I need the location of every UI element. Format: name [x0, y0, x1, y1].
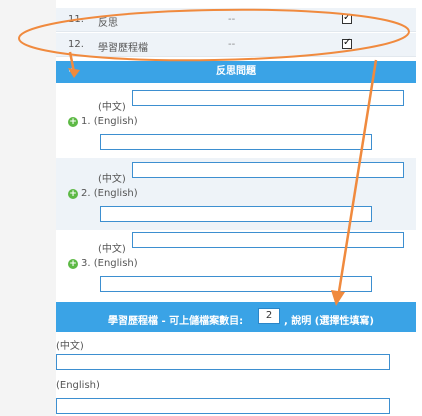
- portfolio-en-label: (English): [56, 380, 100, 391]
- question-2-zh-input[interactable]: [132, 162, 404, 178]
- question-2-en-input[interactable]: [100, 206, 372, 222]
- zh-label: (中文): [98, 174, 126, 185]
- question-block-3: (中文) + 3. (English): [56, 228, 416, 300]
- question-3-zh-input[interactable]: [132, 232, 404, 248]
- question-1-en-input[interactable]: [100, 134, 372, 150]
- question-block-1: (中文) + 1. (English): [56, 86, 416, 158]
- zh-label: (中文): [98, 244, 126, 255]
- portfolio-header-suffix: , 說明 (選擇性填寫): [284, 316, 374, 327]
- question-1-label: 1. (English): [81, 116, 138, 127]
- zh-label: (中文): [98, 102, 126, 113]
- portfolio-checkbox[interactable]: ✓: [342, 37, 352, 49]
- add-icon[interactable]: +: [68, 189, 78, 199]
- row-name: 學習歷程檔: [98, 43, 148, 54]
- question-2-label: 2. (English): [81, 188, 138, 199]
- checklist-row-reflection: 11. 反思 -- ✓: [56, 8, 416, 32]
- row-number: 11.: [68, 14, 84, 25]
- question-3-label: 3. (English): [81, 258, 138, 269]
- left-gutter: [0, 0, 56, 416]
- row-dash: --: [228, 39, 236, 50]
- reflection-header-title: 反思問題: [216, 66, 256, 77]
- checkmark-icon: ✓: [343, 12, 352, 23]
- question-block-2: (中文) + 2. (English): [56, 158, 416, 230]
- form-content: 11. 反思 -- ✓ 12. 學習歷程檔 -- ✓ + 反思問題 (中文) +…: [56, 0, 416, 416]
- checklist-row-portfolio: 12. 學習歷程檔 -- ✓: [56, 33, 416, 57]
- question-3-en-input[interactable]: [100, 276, 372, 292]
- question-1-zh-input[interactable]: [132, 90, 404, 106]
- row-number: 12.: [68, 39, 84, 50]
- expand-icon[interactable]: +: [68, 61, 76, 83]
- add-icon[interactable]: +: [68, 117, 78, 127]
- checkmark-icon: ✓: [343, 37, 352, 48]
- reflection-header: + 反思問題: [56, 61, 416, 83]
- row-dash: --: [228, 14, 236, 25]
- add-icon[interactable]: +: [68, 259, 78, 269]
- portfolio-zh-input[interactable]: [56, 354, 390, 370]
- row-name: 反思: [98, 18, 118, 29]
- portfolio-header-prefix: 學習歷程檔 - 可上儲檔案數目:: [108, 316, 244, 327]
- file-count-input[interactable]: 2: [258, 308, 280, 324]
- portfolio-en-input[interactable]: [56, 398, 390, 414]
- portfolio-header: 學習歷程檔 - 可上儲檔案數目: 2 , 說明 (選擇性填寫): [56, 302, 416, 332]
- reflection-checkbox[interactable]: ✓: [342, 12, 352, 24]
- portfolio-zh-label: (中文): [56, 341, 84, 352]
